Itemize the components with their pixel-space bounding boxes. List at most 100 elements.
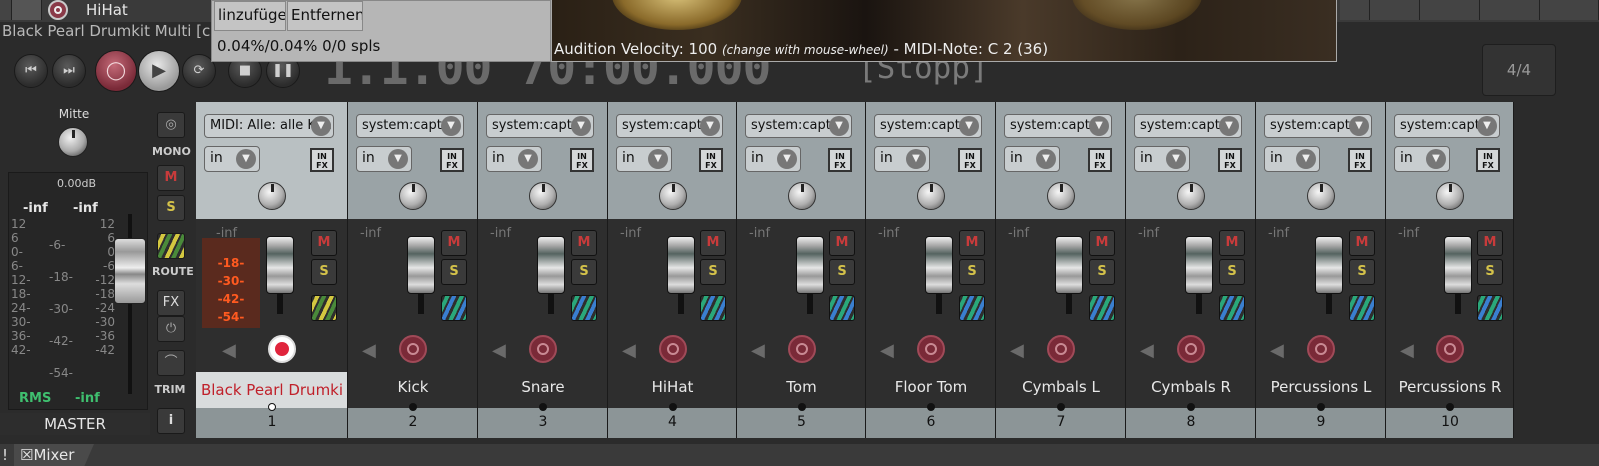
in-fx-button[interactable]: IN FX — [310, 148, 334, 172]
track-name[interactable]: Kick — [348, 378, 478, 396]
solo-button[interactable]: S — [1349, 259, 1375, 285]
peak-display[interactable]: -inf — [620, 226, 641, 241]
record-button[interactable]: ◯ — [95, 50, 137, 92]
master-pan-knob[interactable] — [58, 127, 88, 157]
solo-button[interactable]: S — [959, 259, 985, 285]
track-name[interactable]: HiHat — [608, 378, 737, 396]
remove-button[interactable]: Entfernen — [287, 1, 363, 31]
record-arm-button[interactable] — [268, 335, 296, 363]
mute-button[interactable]: M — [1219, 230, 1245, 256]
solo-button[interactable]: S — [441, 259, 467, 285]
in-fx-button[interactable]: IN FX — [440, 148, 464, 172]
peak-display[interactable]: -inf — [360, 226, 381, 241]
peak-display[interactable]: -inf — [1268, 226, 1289, 241]
mute-button[interactable]: M — [1349, 230, 1375, 256]
add-button[interactable]: linzufüge — [214, 1, 286, 31]
speaker-icon[interactable]: ◀ — [1400, 340, 1414, 361]
solo-button[interactable]: S — [1219, 259, 1245, 285]
input-selector[interactable]: system:captu ▼ — [745, 114, 852, 138]
input-monitor-button[interactable]: in ▼ — [356, 146, 412, 172]
route-icon[interactable] — [829, 295, 855, 321]
track-name-hihat[interactable]: HiHat — [86, 1, 128, 19]
speaker-icon[interactable]: ◀ — [1010, 340, 1024, 361]
route-icon[interactable] — [1477, 295, 1503, 321]
record-arm-button[interactable] — [1436, 335, 1464, 363]
peak-right[interactable]: -inf — [73, 201, 98, 216]
pan-knob[interactable] — [659, 182, 687, 210]
track-name[interactable]: Cymbals R — [1126, 378, 1256, 396]
track-name[interactable]: Snare — [478, 378, 608, 396]
record-arm-button[interactable] — [1047, 335, 1075, 363]
goto-start-button[interactable]: ⏮ — [14, 54, 48, 88]
gain-fader[interactable] — [1315, 236, 1343, 294]
peak-display[interactable]: -inf — [878, 226, 899, 241]
time-signature[interactable]: 4/4 — [1482, 44, 1556, 96]
peak-display[interactable]: -inf — [216, 226, 237, 241]
pan-knob[interactable] — [1436, 182, 1464, 210]
pan-knob[interactable] — [1177, 182, 1205, 210]
input-monitor-button[interactable]: in ▼ — [874, 146, 930, 172]
track-name[interactable]: Percussions L — [1256, 378, 1386, 396]
master-solo-button[interactable]: S — [157, 195, 185, 221]
speaker-icon[interactable]: ◀ — [1270, 340, 1284, 361]
gain-fader[interactable] — [1444, 236, 1472, 294]
fx-button[interactable]: FX — [157, 290, 185, 316]
track-name[interactable]: Floor Tom — [866, 378, 996, 396]
input-selector[interactable]: system:captu ▼ — [1394, 114, 1500, 138]
mute-button[interactable]: M — [700, 230, 726, 256]
drumkit-image[interactable]: Audition Velocity: 100 (change with mous… — [551, 0, 1337, 62]
in-fx-button[interactable]: IN FX — [1218, 148, 1242, 172]
master-gain[interactable]: 0.00dB — [57, 177, 96, 190]
gain-fader[interactable] — [407, 236, 435, 294]
info-button[interactable]: i — [157, 408, 185, 434]
input-selector[interactable]: system:captu ▼ — [616, 114, 723, 138]
solo-button[interactable]: S — [700, 259, 726, 285]
record-arm-button[interactable] — [529, 335, 557, 363]
speaker-icon[interactable]: ◀ — [622, 340, 636, 361]
speaker-icon[interactable]: ◀ — [880, 340, 894, 361]
in-fx-button[interactable]: IN FX — [958, 148, 982, 172]
in-fx-button[interactable]: IN FX — [828, 148, 852, 172]
peak-display[interactable]: -inf — [1138, 226, 1159, 241]
in-fx-button[interactable]: IN FX — [1348, 148, 1372, 172]
play-button[interactable]: ▶ — [138, 50, 180, 92]
input-monitor-button[interactable]: in ▼ — [1004, 146, 1060, 172]
track-name[interactable]: Cymbals L — [996, 378, 1126, 396]
record-arm-button[interactable] — [399, 335, 427, 363]
input-selector[interactable]: system:captu ▼ — [874, 114, 982, 138]
master-mute-button[interactable]: M — [157, 165, 185, 191]
input-selector[interactable]: system:captu ▼ — [1134, 114, 1242, 138]
record-arm-button[interactable] — [788, 335, 816, 363]
in-fx-button[interactable]: IN FX — [1476, 148, 1500, 172]
master-strip-name[interactable]: MASTER — [0, 413, 150, 435]
pan-knob[interactable] — [788, 182, 816, 210]
speaker-icon[interactable]: ◀ — [222, 340, 236, 361]
in-fx-button[interactable]: IN FX — [699, 148, 723, 172]
mute-button[interactable]: M — [1477, 230, 1503, 256]
route-icon[interactable] — [157, 233, 185, 259]
mute-button[interactable]: M — [441, 230, 467, 256]
route-icon[interactable] — [441, 295, 467, 321]
speaker-icon[interactable]: ◀ — [751, 340, 765, 361]
solo-button[interactable]: S — [311, 259, 337, 285]
peak-display[interactable]: -inf — [749, 226, 770, 241]
pan-knob[interactable] — [1307, 182, 1335, 210]
record-arm-button[interactable] — [1307, 335, 1335, 363]
power-icon[interactable]: ⏻ — [157, 316, 185, 342]
peak-left[interactable]: -inf — [23, 201, 48, 216]
input-monitor-button[interactable]: in ▼ — [745, 146, 801, 172]
input-selector[interactable]: system:captu ▼ — [1004, 114, 1112, 138]
record-arm-button[interactable] — [917, 335, 945, 363]
record-arm-button[interactable] — [1177, 335, 1205, 363]
gain-fader[interactable] — [796, 236, 824, 294]
input-monitor-button[interactable]: in ▼ — [486, 146, 542, 172]
input-selector[interactable]: system:captu ▼ — [356, 114, 464, 138]
peak-display[interactable]: -inf — [1008, 226, 1029, 241]
solo-button[interactable]: S — [571, 259, 597, 285]
track-name[interactable]: Percussions R — [1386, 378, 1514, 396]
solo-button[interactable]: S — [829, 259, 855, 285]
pan-knob[interactable] — [1047, 182, 1075, 210]
solo-button[interactable]: S — [1477, 259, 1503, 285]
speaker-icon[interactable]: ◀ — [492, 340, 506, 361]
in-fx-button[interactable]: IN FX — [1088, 148, 1112, 172]
